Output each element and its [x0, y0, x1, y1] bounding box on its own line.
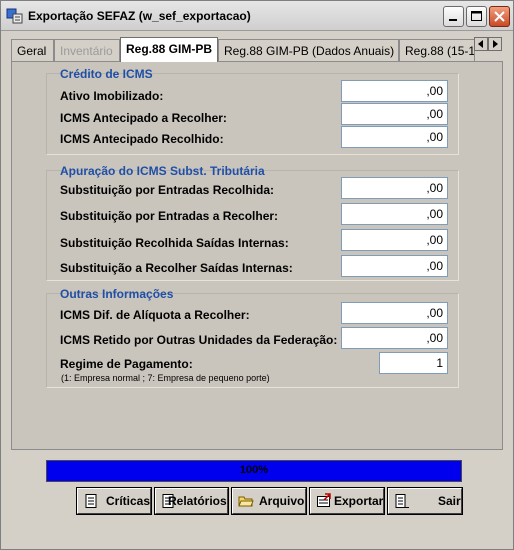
tab-label: Geral	[17, 44, 47, 58]
label-regime-pagamento: Regime de Pagamento:	[60, 357, 193, 371]
close-button[interactable]	[489, 6, 510, 27]
label-icms-retido-outras-uf: ICMS Retido por Outras Unidades da Feder…	[60, 333, 338, 347]
progress-bar: 100%	[46, 460, 462, 482]
label-ativo-imobilizado: Ativo Imobilizado:	[60, 89, 164, 103]
tab-reg88-15-16[interactable]: Reg.88 (15-16)	[399, 39, 475, 61]
label-subst-recolher-saidas: Substituição a Recolher Saídas Internas:	[60, 261, 293, 275]
minimize-button[interactable]	[443, 6, 464, 27]
icms-antecipado-recolhido-input[interactable]: ,00	[341, 126, 448, 148]
subst-recolhida-saidas-input[interactable]: ,00	[341, 229, 448, 251]
group-title-credito: Crédito de ICMS	[60, 67, 153, 81]
tab-label: Reg.88 (15-16)	[405, 44, 475, 58]
tab-label: Reg.88 GIM-PB (Dados Anuais)	[224, 44, 395, 58]
exportar-button[interactable]: Exportar	[309, 487, 385, 515]
maximize-icon	[471, 11, 482, 21]
sair-label: Sair	[438, 494, 461, 508]
export-icon	[317, 493, 331, 507]
folder-open-icon	[238, 496, 254, 507]
arquivo-label: Arquivo	[259, 494, 305, 508]
relatorios-button[interactable]: Relatórios	[154, 487, 229, 515]
tab-geral[interactable]: Geral	[11, 39, 54, 61]
subst-entradas-recolher-input[interactable]: ,00	[341, 203, 448, 225]
ativo-imobilizado-input[interactable]: ,00	[341, 80, 448, 102]
icms-antecipado-recolher-input[interactable]: ,00	[341, 103, 448, 125]
title-bar[interactable]: Exportação SEFAZ (w_sef_exportacao)	[1, 1, 513, 31]
criticas-button[interactable]: Críticas	[76, 487, 152, 515]
progress-text: 100%	[239, 464, 269, 476]
arrow-right-icon	[493, 40, 498, 48]
tab-scroll-right-button[interactable]	[488, 37, 502, 51]
exportar-label: Exportar	[334, 494, 384, 508]
tab-inventario: Inventário	[54, 39, 120, 61]
label-subst-entradas-recolhida: Substituição por Entradas Recolhida:	[60, 183, 275, 197]
arrow-left-icon	[478, 40, 483, 48]
arquivo-button[interactable]: Arquivo	[231, 487, 307, 515]
criticas-label: Críticas	[106, 494, 151, 508]
close-icon	[494, 11, 505, 22]
label-subst-entradas-recolher: Substituição por Entradas a Recolher:	[60, 209, 279, 223]
tab-label: Reg.88 GIM-PB	[126, 42, 213, 56]
label-subst-recolhida-saidas: Substituição Recolhida Saídas Internas:	[60, 236, 289, 250]
label-icms-antecipado-recolhido: ICMS Antecipado Recolhido:	[60, 132, 224, 146]
subst-recolher-saidas-input[interactable]: ,00	[341, 255, 448, 277]
maximize-button[interactable]	[466, 6, 487, 27]
relatorios-label: Relatórios	[168, 494, 227, 508]
icms-dif-aliquota-input[interactable]: ,00	[341, 302, 448, 324]
app-icon	[6, 8, 23, 24]
window-title: Exportação SEFAZ (w_sef_exportacao)	[28, 9, 251, 23]
regime-pagamento-hint: (1: Empresa normal ; 7: Empresa de peque…	[61, 373, 270, 383]
tab-reg88-dados-anuais[interactable]: Reg.88 GIM-PB (Dados Anuais)	[218, 39, 399, 61]
tab-label: Inventário	[60, 44, 113, 58]
sair-button[interactable]: Sair	[387, 487, 463, 515]
export-window: Exportação SEFAZ (w_sef_exportacao) Gera…	[0, 0, 514, 550]
group-title-apuracao: Apuração do ICMS Subst. Tributária	[60, 164, 265, 178]
document-icon	[85, 494, 97, 508]
label-icms-dif-aliquota: ICMS Dif. de Alíquota a Recolher:	[60, 308, 250, 322]
tab-strip: Geral Inventário Reg.88 GIM-PB Reg.88 GI…	[11, 37, 503, 62]
minimize-icon	[449, 19, 457, 21]
tab-reg88-gim-pb[interactable]: Reg.88 GIM-PB	[120, 37, 218, 62]
exit-icon	[395, 494, 409, 508]
subst-entradas-recolhida-input[interactable]: ,00	[341, 177, 448, 199]
regime-pagamento-input[interactable]: 1	[379, 352, 448, 374]
group-title-outras: Outras Informações	[60, 287, 174, 301]
tab-scroll-left-button[interactable]	[474, 37, 488, 51]
icms-retido-outras-uf-input[interactable]: ,00	[341, 327, 448, 349]
label-icms-antecipado-recolher: ICMS Antecipado a Recolher:	[60, 111, 227, 125]
